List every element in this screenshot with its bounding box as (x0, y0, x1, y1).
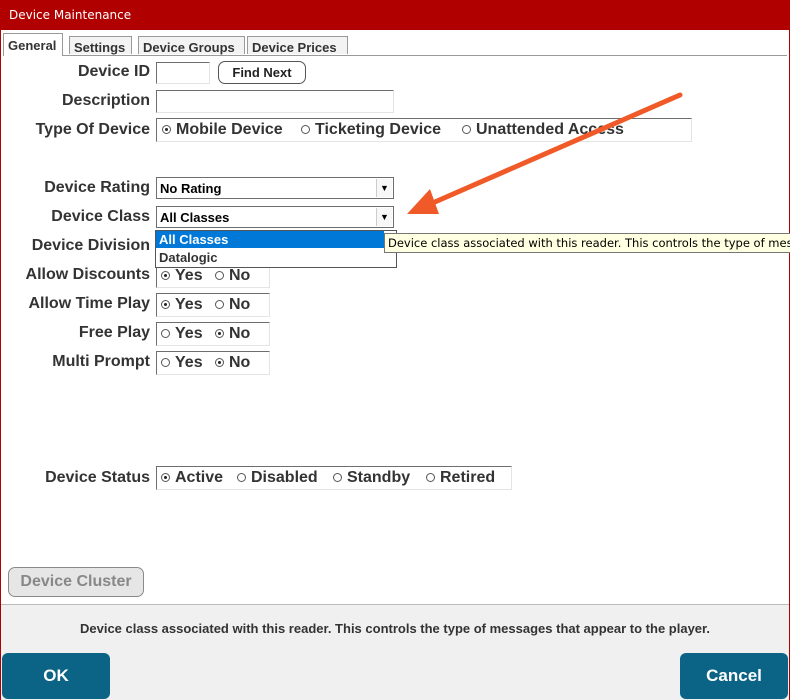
type-option-mobile[interactable]: Mobile Device (162, 121, 283, 139)
radio-icon (215, 271, 224, 280)
chevron-down-icon[interactable]: ▼ (376, 179, 392, 197)
allow-discounts-no[interactable]: No (215, 267, 250, 285)
radio-selected-icon (215, 329, 224, 338)
status-disabled[interactable]: Disabled (237, 469, 318, 487)
allow-time-play-label: Allow Time Play (28, 295, 150, 312)
radio-selected-icon (161, 473, 170, 482)
multi-prompt-group: Yes No (156, 351, 270, 375)
radio-selected-icon (161, 300, 170, 309)
radio-selected-icon (162, 125, 171, 134)
device-cluster-button[interactable]: Device Cluster (8, 567, 144, 597)
radio-icon (237, 473, 246, 482)
device-id-label: Device ID (77, 63, 150, 80)
device-class-dropdown-list: All Classes Datalogic (155, 230, 397, 268)
status-retired[interactable]: Retired (426, 469, 495, 487)
radio-icon (426, 473, 435, 482)
radio-selected-icon (161, 271, 170, 280)
device-class-label: Device Class (51, 208, 150, 225)
radio-icon (161, 329, 170, 338)
allow-discounts-yes[interactable]: Yes (161, 267, 203, 285)
dropdown-option-all-classes[interactable]: All Classes (156, 231, 384, 248)
type-of-device-label: Type Of Device (35, 121, 150, 138)
radio-icon (333, 473, 342, 482)
device-status-group: Active Disabled Standby Retired (156, 466, 512, 490)
multi-prompt-label: Multi Prompt (52, 353, 150, 370)
free-play-no[interactable]: No (215, 325, 250, 343)
status-active[interactable]: Active (161, 469, 223, 487)
chevron-down-icon[interactable]: ▼ (376, 208, 392, 226)
window-title: Device Maintenance (9, 8, 132, 22)
device-rating-label: Device Rating (44, 179, 150, 196)
description-label: Description (61, 92, 150, 109)
allow-time-play-yes[interactable]: Yes (161, 296, 203, 314)
allow-time-play-group: Yes No (156, 293, 270, 317)
device-rating-value: No Rating (160, 181, 222, 196)
device-class-select[interactable]: All Classes ▼ (156, 206, 394, 228)
tab-device-groups[interactable]: Device Groups (138, 36, 245, 55)
device-division-label: Device Division (31, 237, 150, 254)
tab-content-border (3, 55, 787, 56)
radio-icon (215, 300, 224, 309)
cancel-button[interactable]: Cancel (680, 653, 788, 699)
free-play-label: Free Play (78, 324, 150, 341)
tooltip: Device class associated with this reader… (384, 233, 790, 253)
help-text: Device class associated with this reader… (79, 621, 710, 636)
allow-time-play-no[interactable]: No (215, 296, 250, 314)
multi-prompt-no[interactable]: No (215, 354, 250, 372)
radio-icon (301, 125, 310, 134)
footer-panel: Device class associated with this reader… (1, 604, 789, 700)
status-standby[interactable]: Standby (333, 469, 410, 487)
device-status-label: Device Status (45, 469, 150, 486)
tab-general[interactable]: General (3, 33, 63, 56)
free-play-yes[interactable]: Yes (161, 325, 203, 343)
radio-selected-icon (215, 358, 224, 367)
dropdown-option-datalogic[interactable]: Datalogic (156, 249, 384, 266)
tab-settings[interactable]: Settings (69, 36, 132, 55)
device-class-value: All Classes (160, 210, 230, 225)
tab-device-prices[interactable]: Device Prices (247, 36, 348, 55)
arrow-annotation-icon (407, 92, 683, 214)
allow-discounts-label: Allow Discounts (25, 266, 150, 283)
device-id-input[interactable] (156, 62, 210, 84)
ok-button[interactable]: OK (2, 653, 110, 699)
find-next-button[interactable]: Find Next (218, 61, 306, 84)
device-rating-select[interactable]: No Rating ▼ (156, 177, 394, 199)
multi-prompt-yes[interactable]: Yes (161, 354, 203, 372)
free-play-group: Yes No (156, 322, 270, 346)
radio-icon (161, 358, 170, 367)
description-input[interactable] (156, 90, 394, 113)
title-bar: Device Maintenance (0, 0, 790, 30)
